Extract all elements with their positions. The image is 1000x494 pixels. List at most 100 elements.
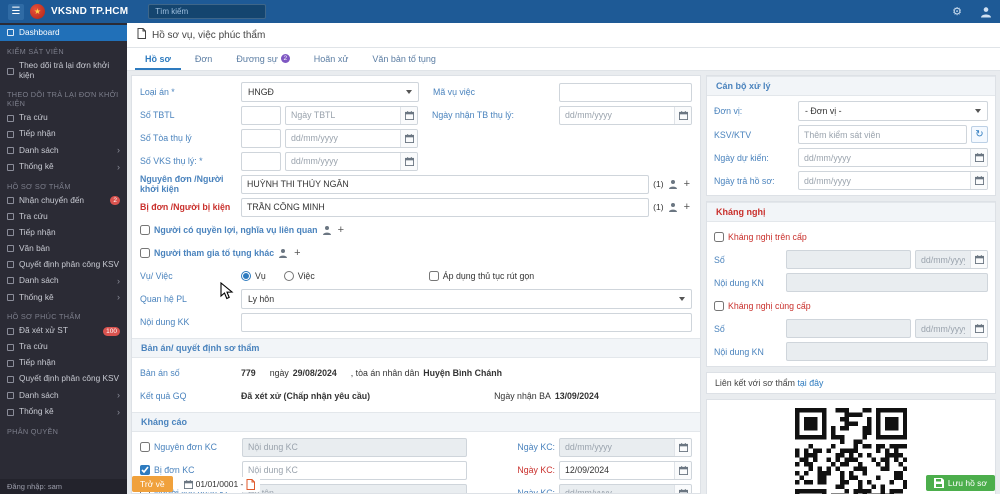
calendar-icon[interactable]: [970, 172, 987, 189]
quan-he-pl-select[interactable]: Ly hôn: [241, 289, 692, 309]
bi-don-kc-checkbox[interactable]: [140, 465, 150, 475]
person-icon[interactable]: [278, 248, 288, 258]
save-icon: [934, 478, 944, 488]
noi-dung-kn-input[interactable]: [786, 342, 988, 361]
sidebar-item[interactable]: Văn bản: [0, 241, 127, 257]
add-quyen-loi-button[interactable]: +: [336, 224, 346, 236]
so-vks-input[interactable]: [241, 152, 281, 171]
item-icon: [7, 29, 14, 36]
sidebar-item[interactable]: Quyết định phân công KSV: [0, 371, 127, 387]
sidebar-item[interactable]: Tra cứu: [0, 209, 127, 225]
sidebar-item[interactable]: Tra cứu: [0, 110, 127, 126]
back-button[interactable]: Trở về: [132, 476, 173, 492]
sidebar-item[interactable]: Tiếp nhận: [0, 355, 127, 371]
sidebar-item[interactable]: Đã xét xử ST100: [0, 323, 127, 339]
calendar-icon[interactable]: [400, 107, 417, 124]
gear-icon[interactable]: ⚙: [952, 5, 962, 18]
tren-cap-checkbox[interactable]: [714, 232, 724, 242]
person-icon[interactable]: [668, 202, 678, 212]
sidebar-item[interactable]: Tiếp nhận: [0, 225, 127, 241]
viec-radio[interactable]: [284, 271, 294, 281]
hamburger-icon[interactable]: ☰: [8, 4, 24, 20]
ngay-toa-input[interactable]: [286, 130, 400, 147]
ngay-nhan-ba-value: 13/09/2024: [555, 391, 599, 401]
so-kn-input[interactable]: [786, 250, 911, 269]
cung-cap-checkbox[interactable]: [714, 301, 724, 311]
ksv-input[interactable]: [798, 125, 967, 144]
noi-dung-kn-label: Nội dung KN: [714, 278, 782, 288]
sidebar-item[interactable]: Tiếp nhận: [0, 126, 127, 142]
ngay-nhan-tb-input[interactable]: [560, 107, 674, 124]
sidebar-item[interactable]: Thống kê›: [0, 404, 127, 421]
ngay-tbtl-input[interactable]: [286, 107, 400, 124]
nguyen-don-kc-input[interactable]: [242, 438, 467, 457]
bi-don-kc-input[interactable]: [242, 461, 467, 480]
tham-gia-checkbox[interactable]: [140, 248, 150, 258]
noi-dung-kn-input[interactable]: [786, 273, 988, 292]
loai-an-select[interactable]: HNGĐ: [241, 82, 419, 102]
case-form-card: Loại án * HNGĐ Mã vụ việc Số TBTL Ngày n…: [131, 75, 701, 494]
add-bi-don-button[interactable]: +: [682, 201, 692, 213]
vu-radio[interactable]: [241, 271, 251, 281]
rut-gon-checkbox[interactable]: [429, 271, 439, 281]
calendar-icon[interactable]: [674, 462, 691, 479]
sidebar-item[interactable]: Theo dõi trả lại đơn khởi kiện: [0, 58, 127, 84]
sidebar-item[interactable]: Danh sách›: [0, 142, 127, 159]
ngay-kc-label: Ngày KC:: [517, 442, 555, 452]
sidebar-item[interactable]: Danh sách›: [0, 387, 127, 404]
tab-hoãn-xử[interactable]: Hoãn xử: [304, 51, 359, 70]
tab-đơn[interactable]: Đơn: [185, 51, 222, 70]
quyen-loi-checkbox[interactable]: [140, 225, 150, 235]
person-icon[interactable]: [668, 179, 678, 189]
chevron-down-icon: [679, 297, 685, 301]
so-kn-input[interactable]: [786, 319, 911, 338]
tab-hồ-sơ[interactable]: Hồ sơ: [135, 51, 181, 70]
sidebar-item[interactable]: Nhận chuyển đến2: [0, 193, 127, 209]
ngay-kc-input[interactable]: [560, 439, 674, 456]
ngay-kn-input[interactable]: [916, 251, 970, 268]
ma-vu-viec-input[interactable]: [559, 83, 692, 102]
calendar-icon[interactable]: [970, 149, 987, 166]
calendar-icon[interactable]: [400, 130, 417, 147]
so-tbtl-input[interactable]: [241, 106, 281, 125]
ngay-kc-input[interactable]: [560, 485, 674, 494]
add-tham-gia-button[interactable]: +: [292, 247, 302, 259]
calendar-icon[interactable]: [674, 107, 691, 124]
sidebar-item[interactable]: Dashboard: [0, 25, 127, 41]
so-toa-input[interactable]: [241, 129, 281, 148]
ngay-kn-input[interactable]: [916, 320, 970, 337]
nguyen-don-input[interactable]: [241, 175, 649, 194]
calendar-icon[interactable]: [970, 251, 987, 268]
ngay-tra-input[interactable]: [799, 172, 970, 189]
ngay-kc-input[interactable]: [560, 462, 674, 479]
calendar-icon: [184, 480, 193, 489]
calendar-icon[interactable]: [674, 485, 691, 494]
calendar-icon[interactable]: [970, 320, 987, 337]
sidebar-item[interactable]: Tra cứu: [0, 339, 127, 355]
tab-văn-bản-tố-tụng[interactable]: Văn bản tố tụng: [362, 51, 446, 70]
sidebar-item[interactable]: Danh sách›: [0, 273, 127, 290]
search-input[interactable]: [148, 4, 266, 19]
chevron-right-icon: ›: [117, 145, 120, 156]
calendar-icon[interactable]: [400, 153, 417, 170]
save-button[interactable]: Lưu hồ sơ: [926, 475, 995, 491]
sidebar-item[interactable]: Quyết định phân công KSV: [0, 257, 127, 273]
tab-đương-sự[interactable]: Đương sự2: [226, 51, 299, 70]
calendar-icon[interactable]: [674, 439, 691, 456]
sidebar-item[interactable]: Thống kê›: [0, 159, 127, 176]
noi-dung-kk-input[interactable]: [241, 313, 692, 332]
sidebar-item-label: Thống kê: [19, 162, 112, 172]
nguyen-don-kc-checkbox[interactable]: [140, 442, 150, 452]
add-nguyen-don-button[interactable]: +: [682, 178, 692, 190]
lien-quan-kc-input[interactable]: [242, 484, 467, 494]
lien-ket-link[interactable]: tại đây: [797, 378, 823, 388]
user-icon[interactable]: [980, 6, 992, 18]
attachment-icon[interactable]: [246, 479, 255, 490]
bi-don-input[interactable]: [241, 198, 649, 217]
person-icon[interactable]: [322, 225, 332, 235]
ngay-vks-input[interactable]: [286, 153, 400, 170]
ngay-du-kien-input[interactable]: [799, 149, 970, 166]
don-vi-select[interactable]: - Đơn vị -: [798, 101, 988, 121]
sidebar-item[interactable]: Thống kê›: [0, 289, 127, 306]
refresh-icon[interactable]: ↻: [971, 126, 988, 143]
